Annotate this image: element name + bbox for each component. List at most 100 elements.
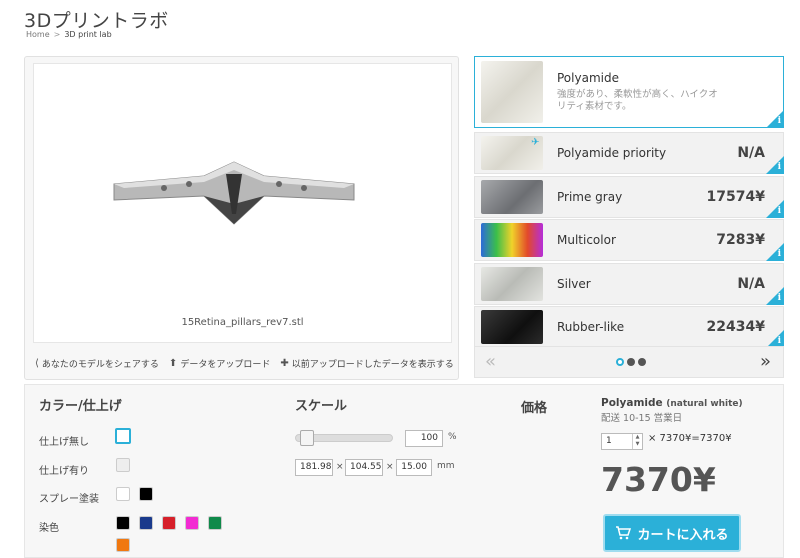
swatch-dye-pink[interactable]	[185, 516, 199, 530]
material-thumbnail	[481, 179, 543, 214]
material-item-multicolor[interactable]: Multicolor 7283¥ i	[474, 219, 784, 262]
page-title: 3Dプリントラボ	[24, 10, 169, 32]
material-item-silver[interactable]: Silver N/A i	[474, 262, 784, 305]
breadcrumb-home[interactable]: Home	[26, 30, 50, 39]
breadcrumb-current: 3D print lab	[64, 30, 112, 39]
info-corner[interactable]	[766, 156, 784, 174]
upload-label: データをアップロード	[180, 360, 271, 370]
model-preview[interactable]	[104, 154, 364, 244]
quantity-spin-buttons[interactable]: ▲ ▼	[632, 434, 642, 449]
info-icon[interactable]: i	[778, 249, 781, 259]
swatch-dye-black[interactable]	[116, 516, 130, 530]
upload-icon: ⬆	[168, 358, 178, 369]
swatch-spray-white[interactable]	[116, 487, 130, 501]
pager-dot-1[interactable]	[616, 358, 624, 366]
finish-title: カラー/仕上げ	[39, 399, 122, 414]
material-name: Polyamide	[557, 71, 619, 85]
swatch-no-finish-white[interactable]	[115, 428, 131, 444]
material-price: 17574¥	[706, 188, 765, 205]
quantity-value: 1	[606, 436, 612, 446]
info-icon[interactable]: i	[778, 206, 781, 216]
material-thumbnail	[481, 266, 543, 301]
model-viewer-panel: 15Retina_pillars_rev7.stl ⟨ あなたのモデルをシェアす…	[24, 56, 459, 380]
model-viewer[interactable]: 15Retina_pillars_rev7.stl	[33, 63, 452, 343]
material-price: N/A	[737, 145, 765, 161]
price-title: 価格	[521, 401, 548, 416]
breadcrumb: Home >3D print lab	[26, 30, 112, 39]
add-to-cart-label: カートに入れる	[637, 527, 729, 543]
pager-dot-2[interactable]	[627, 358, 635, 366]
scale-slider-handle[interactable]	[300, 430, 314, 446]
scale-dim-z-input[interactable]: 15.00	[396, 459, 432, 476]
info-corner[interactable]	[766, 199, 784, 218]
material-name: Polyamide priority	[557, 146, 667, 160]
priority-plane-icon: ✈	[531, 137, 540, 148]
finish-option-label: 染色	[39, 523, 59, 534]
scale-title: スケール	[295, 399, 348, 414]
add-to-cart-button[interactable]: カートに入れる	[603, 514, 741, 552]
swatch-dye-green[interactable]	[208, 516, 222, 530]
total-price: 7370¥	[601, 460, 716, 499]
show-previous-uploads-link[interactable]: ✚ 以前アップロードしたデータを表示する	[280, 357, 453, 370]
info-corner[interactable]	[766, 110, 784, 128]
scale-dim-y-input[interactable]: 104.55	[345, 459, 383, 476]
viewer-actions: ⟨ あなたのモデルをシェアする ⬆ データをアップロード ✚ 以前アップロードし…	[35, 357, 454, 370]
material-name: Multicolor	[557, 233, 616, 248]
quantity-stepper[interactable]: 1 ▲ ▼	[601, 433, 643, 450]
finish-option-label: 仕上げ無し	[39, 437, 89, 448]
info-icon[interactable]: i	[778, 336, 781, 346]
material-thumbnail	[481, 61, 543, 123]
info-icon[interactable]: i	[778, 293, 781, 303]
share-icon: ⟨	[35, 358, 39, 369]
order-config-panel: カラー/仕上げ 仕上げ無し 仕上げ有り スプレー塗装 染色 スケール 100 %…	[24, 384, 784, 558]
swatch-spray-black[interactable]	[139, 487, 153, 501]
finish-option-label: スプレー塗装	[39, 494, 99, 505]
swatch-dye-orange[interactable]	[116, 538, 130, 552]
swatch-dye-red[interactable]	[162, 516, 176, 530]
material-description: 強度があり、柔軟性が高く、ハイクオリティ素材です。	[557, 89, 718, 112]
material-pager: « »	[474, 346, 784, 378]
material-item-prime-gray[interactable]: Prime gray 17574¥ i	[474, 175, 784, 218]
prev-page-button[interactable]: «	[485, 351, 496, 372]
material-name: Prime gray	[557, 189, 623, 204]
share-label: あなたのモデルをシェアする	[41, 360, 159, 370]
material-item-polyamide[interactable]: Polyamide 強度があり、柔軟性が高く、ハイクオリティ素材です。 i	[474, 56, 784, 128]
pager-dots	[616, 358, 646, 366]
price-calculation: × 7370¥=7370¥	[648, 433, 732, 444]
swatch-dye-navy[interactable]	[139, 516, 153, 530]
model-filename: 15Retina_pillars_rev7.stl	[181, 317, 304, 328]
material-price: 7283¥	[716, 232, 765, 249]
selected-material: Polyamide (natural white)	[601, 397, 743, 409]
info-corner[interactable]	[766, 286, 784, 305]
dims-unit: mm	[437, 461, 455, 471]
swatch-finished[interactable]	[116, 458, 130, 472]
info-corner[interactable]	[766, 243, 784, 262]
previous-uploads-label: 以前アップロードしたデータを表示する	[291, 360, 454, 370]
plus-icon: ✚	[280, 358, 289, 369]
next-page-button[interactable]: »	[760, 351, 771, 372]
finish-option-label: 仕上げ有り	[39, 466, 89, 477]
info-icon[interactable]: i	[778, 116, 781, 126]
material-item-polyamide-priority[interactable]: ✈ Polyamide priority N/A i	[474, 132, 784, 174]
material-thumbnail	[481, 223, 543, 258]
info-icon[interactable]: i	[778, 162, 781, 172]
scale-percent-input[interactable]: 100	[405, 430, 443, 447]
scale-dim-x-input[interactable]: 181.98	[295, 459, 333, 476]
material-price: N/A	[737, 275, 765, 292]
scale-percent-unit: %	[448, 432, 457, 442]
material-thumbnail	[481, 310, 543, 345]
selected-material-name: Polyamide	[601, 397, 663, 409]
times-sign: ×	[336, 462, 344, 472]
cart-icon	[616, 526, 632, 540]
times-sign: ×	[386, 462, 394, 472]
material-price: 22434¥	[706, 319, 765, 336]
material-item-rubber-like[interactable]: Rubber-like 22434¥ i	[474, 306, 784, 349]
share-model-link[interactable]: ⟨ あなたのモデルをシェアする	[35, 357, 159, 370]
shipping-time: 配送 10-15 営業日	[601, 413, 683, 424]
selected-material-variant: (natural white)	[666, 399, 743, 409]
pager-dot-3[interactable]	[638, 358, 646, 366]
material-list: Polyamide 強度があり、柔軟性が高く、ハイクオリティ素材です。 i ✈ …	[474, 56, 784, 350]
upload-data-link[interactable]: ⬆ データをアップロード	[169, 357, 270, 370]
breadcrumb-separator: >	[53, 30, 61, 39]
material-name: Rubber-like	[557, 320, 625, 335]
